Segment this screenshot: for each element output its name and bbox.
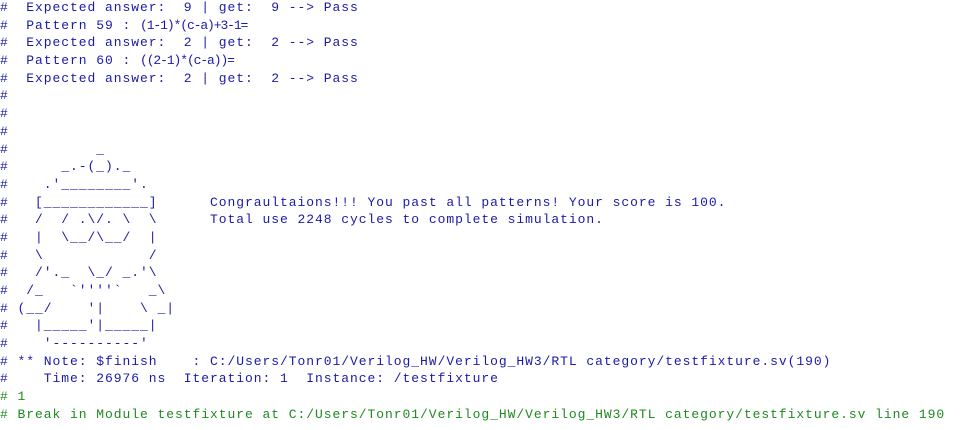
ascii-art-row: # / / .\/. \ \	[0, 212, 158, 228]
simulation-time-line: # Time: 26976 ns Iteration: 1 Instance: …	[0, 371, 499, 387]
ascii-art-row: # /_ `''''` _\	[0, 283, 167, 298]
pattern-log: # Expected answer: 9 | get: 9 --> Pass #…	[0, 0, 967, 87]
ascii-art-row: # \ /	[0, 247, 158, 263]
pattern-expression: ((2-1)*(c-a))=	[140, 53, 235, 69]
ascii-art-row: # /'._ \_/ _.'\	[0, 265, 158, 281]
expected-answer-line: # Expected answer: 2 | get: 2 --> Pass	[0, 35, 359, 51]
ascii-art-row: # | \__/\__/ |	[0, 229, 158, 245]
break-notice: # 1 # Break in Module testfixture at C:/…	[0, 388, 967, 423]
ascii-art-row: # [____________]	[0, 194, 158, 210]
pass-banner: # _ # _.-(_)._ # .'________'. # [_______…	[0, 141, 967, 353]
pass-banner-line: # [____________] Congraultaions!!! You p…	[0, 194, 967, 212]
pattern-label: # Pattern 60 :	[0, 53, 141, 69]
ascii-art-row: # .'________'.	[0, 176, 149, 192]
pattern-line: # Pattern 60 : ((2-1)*(c-a))=	[0, 52, 967, 70]
break-message-line: # Break in Module testfixture at C:/User…	[0, 406, 946, 422]
expected-answer-line: # Expected answer: 2 | get: 2 --> Pass	[0, 70, 359, 86]
ascii-art-row: # (__/ '| \ _|	[0, 300, 176, 316]
pattern-expression: (1-1)*(c-a)+3-1=	[140, 17, 248, 33]
ascii-art-row: # '----------'	[0, 336, 149, 352]
pass-banner-line: # / / .\/. \ \ Total use 2248 cycles to …	[0, 211, 967, 229]
total-cycles-message: Total use 2248 cycles to complete simula…	[210, 212, 604, 228]
ascii-art-row: # _.-(_)._	[0, 159, 132, 175]
ascii-art-row: # |_____'|_____|	[0, 318, 158, 334]
spacer-line: #	[0, 123, 9, 139]
transcript-pane[interactable]: # Expected answer: 9 | get: 9 --> Pass #…	[0, 0, 967, 430]
finish-note: # ** Note: $finish : C:/Users/Tonr01/Ver…	[0, 353, 967, 388]
break-status-line: # 1	[0, 389, 27, 405]
pattern-line: # Pattern 59 : (1-1)*(c-a)+3-1=	[0, 17, 967, 35]
ascii-art-row: # _	[0, 141, 106, 157]
pattern-label: # Pattern 59 :	[0, 17, 141, 33]
expected-answer-line: # Expected answer: 9 | get: 9 --> Pass	[0, 0, 359, 15]
finish-note-line: # ** Note: $finish : C:/Users/Tonr01/Ver…	[0, 353, 832, 369]
spacer-line: #	[0, 106, 9, 122]
spacer-line: #	[0, 88, 9, 104]
congratulations-message: Congraultaions!!! You past all patterns!…	[210, 194, 727, 210]
